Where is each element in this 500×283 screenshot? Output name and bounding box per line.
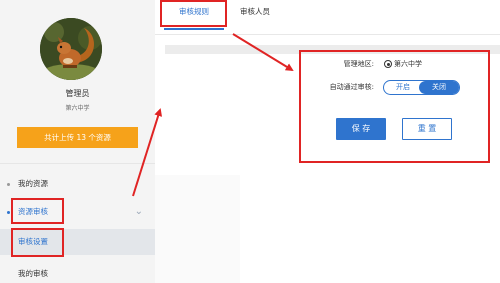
toggle-on-option[interactable]: 开启 [384, 81, 422, 94]
tab-label: 审核规则 [179, 7, 209, 16]
user-school: 第六中学 [65, 105, 90, 112]
panel-shadow [155, 175, 240, 283]
region-label: 管理地区: [343, 60, 374, 68]
bullet-icon [7, 211, 10, 214]
sidebar-item-label: 资源审核 [18, 207, 48, 216]
auto-approve-toggle: 开启 关闭 [383, 80, 460, 95]
tab-audit-staff[interactable]: 审核人员 [240, 0, 300, 34]
app-root: 管理员 第六中学 共计上传 13 个资源 我的资源 资源审核 ⌄ 审核设置 我的… [0, 0, 500, 283]
region-value: 第六中学 [394, 60, 422, 68]
sidebar-item-label: 我的审核 [18, 269, 48, 278]
sidebar-item-label: 我的资源 [18, 179, 48, 188]
sidebar-item-label: 审核设置 [18, 237, 48, 246]
sidebar-item-my-audits[interactable]: 我的审核 [0, 261, 155, 283]
sidebar-divider [0, 163, 155, 164]
sidebar-item-my-resources[interactable]: 我的资源 [0, 172, 155, 196]
user-name: 管理员 [65, 89, 90, 98]
chevron-down-icon[interactable]: ⌄ [135, 200, 143, 224]
sidebar-item-resource-audit[interactable]: 资源审核 ⌄ [0, 200, 155, 224]
tab-audit-rules[interactable]: 审核规则 [164, 0, 224, 34]
sidebar: 管理员 第六中学 共计上传 13 个资源 我的资源 资源审核 ⌄ 审核设置 我的… [0, 0, 155, 283]
reset-button[interactable]: 重 置 [402, 118, 452, 140]
save-button[interactable]: 保 存 [336, 118, 386, 140]
bullet-icon [7, 183, 10, 186]
tab-active-indicator [164, 28, 224, 30]
tab-label: 审核人员 [240, 7, 270, 16]
upload-count-button[interactable]: 共计上传 13 个资源 [17, 127, 138, 148]
auto-approve-label: 自动通过审核: [329, 83, 374, 91]
content-header-strip [165, 45, 500, 54]
toggle-off-option[interactable]: 关闭 [419, 81, 459, 94]
avatar [40, 18, 102, 80]
tab-divider [155, 34, 500, 35]
sidebar-item-audit-settings[interactable]: 审核设置 [0, 229, 155, 255]
region-radio[interactable] [384, 60, 392, 68]
